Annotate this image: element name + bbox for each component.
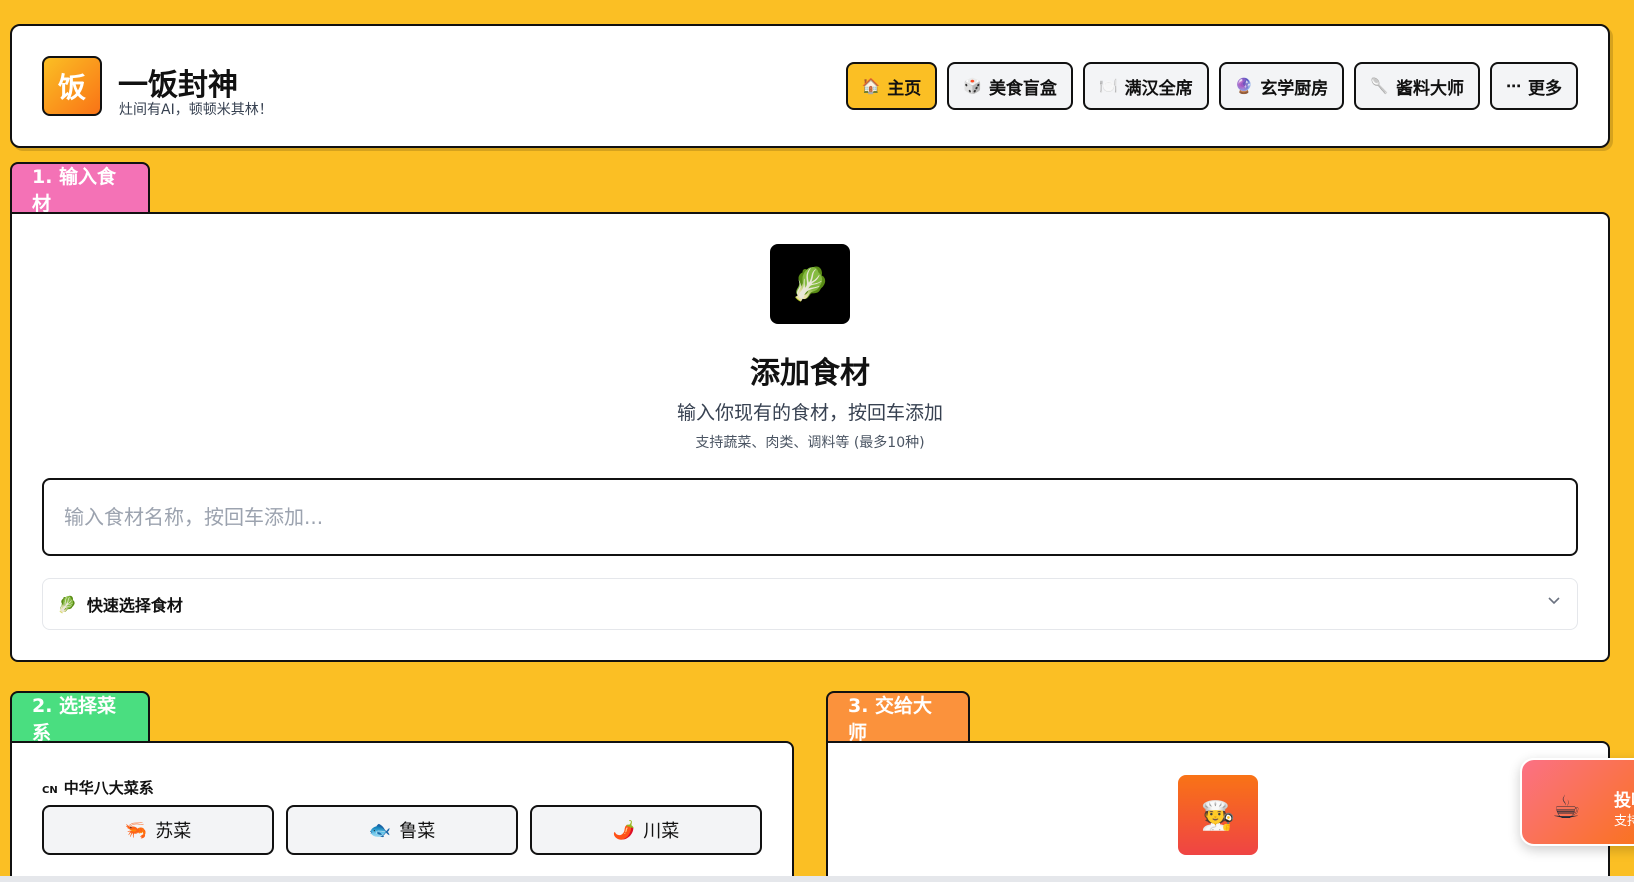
app-logo[interactable]: 饭 <box>42 56 102 116</box>
chevron-down-icon <box>1548 597 1560 605</box>
nav-blind-box-button[interactable]: 🎲 美食盲盒 <box>947 62 1073 110</box>
cuisine-label: 苏菜 <box>155 821 192 842</box>
lettuce-icon: 🥬 <box>57 594 77 614</box>
horizontal-scrollbar[interactable] <box>0 876 1634 882</box>
add-ingredient-desc: 输入你现有的食材，按回车添加 <box>676 402 943 424</box>
cuisine-label: 川菜 <box>643 821 680 842</box>
donate-subtitle: 支持 <box>1614 814 1634 829</box>
shrimp-icon: 🦐 <box>124 819 148 841</box>
ingredient-input[interactable] <box>42 478 1578 556</box>
cuisine-chuan-button[interactable]: 🌶️ 川菜 <box>530 805 762 855</box>
chef-icon: 🧑‍🍳 <box>1178 775 1258 855</box>
app-subtitle: 灶间有AI，顿顿米其林！ <box>119 102 273 118</box>
nav-label: 玄学厨房 <box>1260 78 1329 99</box>
group-title-text: 中华八大菜系 <box>63 779 154 797</box>
step1-tab: 1. 输入食材 <box>10 162 150 215</box>
plate-icon: 🍽️ <box>1098 77 1118 95</box>
nav-label: 美食盲盒 <box>988 78 1057 99</box>
donate-title: 投喂 <box>1614 791 1634 811</box>
add-ingredient-hint: 支持蔬菜、肉类、调料等 (最多10种) <box>695 435 925 451</box>
nav-label: 更多 <box>1528 78 1562 99</box>
cuisine-label: 鲁菜 <box>399 821 436 842</box>
nav-feast-button[interactable]: 🍽️ 满汉全席 <box>1082 62 1209 110</box>
nav-label: 满汉全席 <box>1124 78 1193 99</box>
crystal-ball-icon: 🔮 <box>1234 77 1254 95</box>
nav-label: 酱料大师 <box>1396 78 1464 99</box>
quick-select-toggle[interactable]: 🥬 快速选择食材 <box>42 578 1578 630</box>
nav-more-button[interactable]: ⋯ 更多 <box>1490 62 1578 110</box>
app-title: 一饭封神 <box>118 68 238 103</box>
chili-icon: 🌶️ <box>612 819 636 841</box>
nav-sauce-master-button[interactable]: 🥄 酱料大师 <box>1354 62 1480 110</box>
app-header: 饭 一饭封神 灶间有AI，顿顿米其林！ 🏠 主页 🎲 美食盲盒 🍽️ 满汉全席 … <box>10 24 1610 148</box>
cuisine-su-button[interactable]: 🦐 苏菜 <box>42 805 274 855</box>
cuisine-list: 🦐 苏菜 🐟 鲁菜 🌶️ 川菜 <box>42 805 762 855</box>
step2-tab: 2. 选择菜系 <box>10 691 150 744</box>
nav-mystic-kitchen-button[interactable]: 🔮 玄学厨房 <box>1218 62 1345 110</box>
main-nav: 🏠 主页 🎲 美食盲盒 🍽️ 满汉全席 🔮 玄学厨房 🥄 酱料大师 ⋯ 更多 <box>845 62 1578 110</box>
quick-select-label: 快速选择食材 <box>86 596 183 615</box>
cn-flag-icon: CN <box>42 785 58 796</box>
cuisine-group-title: CN 中华八大菜系 <box>42 777 154 798</box>
add-ingredient-title: 添加食材 <box>750 356 870 391</box>
more-icon: ⋯ <box>1506 77 1521 95</box>
nav-home-button[interactable]: 🏠 主页 <box>845 62 938 110</box>
lettuce-icon: 🥬 <box>770 244 850 324</box>
home-icon: 🏠 <box>861 77 881 95</box>
spoon-icon: 🥄 <box>1370 77 1389 95</box>
step3-tab: 3. 交给大师 <box>826 691 970 744</box>
coffee-icon: ☕ <box>1552 788 1581 826</box>
cuisine-lu-button[interactable]: 🐟 鲁菜 <box>286 805 518 855</box>
ingredient-card: 🥬 添加食材 输入你现有的食材，按回车添加 支持蔬菜、肉类、调料等 (最多10种… <box>10 212 1610 662</box>
cuisine-card: CN 中华八大菜系 🦐 苏菜 🐟 鲁菜 🌶️ 川菜 <box>10 741 794 882</box>
nav-label: 主页 <box>887 78 922 99</box>
fish-icon: 🐟 <box>368 819 392 841</box>
master-card: 🧑‍🍳 <box>826 741 1610 882</box>
donate-button[interactable]: ☕ 投喂 支持 <box>1520 758 1634 846</box>
dice-icon: 🎲 <box>963 77 982 95</box>
